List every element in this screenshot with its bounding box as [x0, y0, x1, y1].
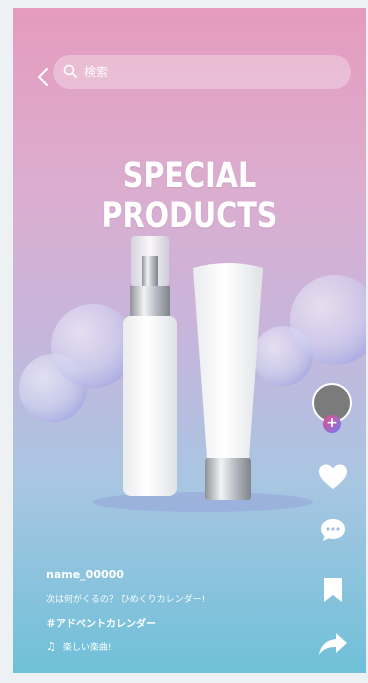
search-input[interactable] [84, 65, 324, 79]
plus-icon: + [326, 415, 338, 431]
tube-cap [205, 458, 251, 500]
share-button[interactable] [311, 631, 355, 657]
hashtag-link[interactable]: ＃アドベントカレンダー [46, 615, 306, 630]
heart-icon [319, 464, 347, 489]
decorative-bubble [51, 304, 135, 388]
post-caption: name_00000 次は何がくるの？ ひめくりカレンダー! ＃アドベントカレン… [46, 568, 306, 653]
search-icon [63, 64, 79, 80]
cream-tube [193, 263, 263, 458]
music-info[interactable]: ♫ 楽しい楽曲! [46, 640, 306, 653]
bottle-collar [130, 286, 170, 316]
save-button[interactable] [311, 577, 355, 603]
like-button[interactable] [311, 463, 355, 491]
promo-headline: SPECIAL PRODUCTS [101, 156, 278, 236]
video-feed-screen: SPECIAL PRODUCTS + [13, 8, 366, 673]
search-bar[interactable] [53, 55, 351, 89]
comment-icon [321, 519, 345, 541]
music-note-icon: ♫ [46, 640, 56, 653]
chevron-left-icon [38, 68, 48, 86]
bookmark-icon [324, 578, 342, 602]
share-icon [319, 633, 347, 655]
post-description: 次は何がくるの？ ひめくりカレンダー! [46, 595, 206, 605]
username[interactable]: name_00000 [46, 568, 306, 581]
follow-button[interactable]: + [323, 415, 341, 433]
comment-button[interactable] [311, 517, 355, 543]
music-title: 楽しい楽曲! [62, 643, 112, 653]
spray-bottle [123, 316, 177, 496]
back-button[interactable] [35, 65, 51, 89]
